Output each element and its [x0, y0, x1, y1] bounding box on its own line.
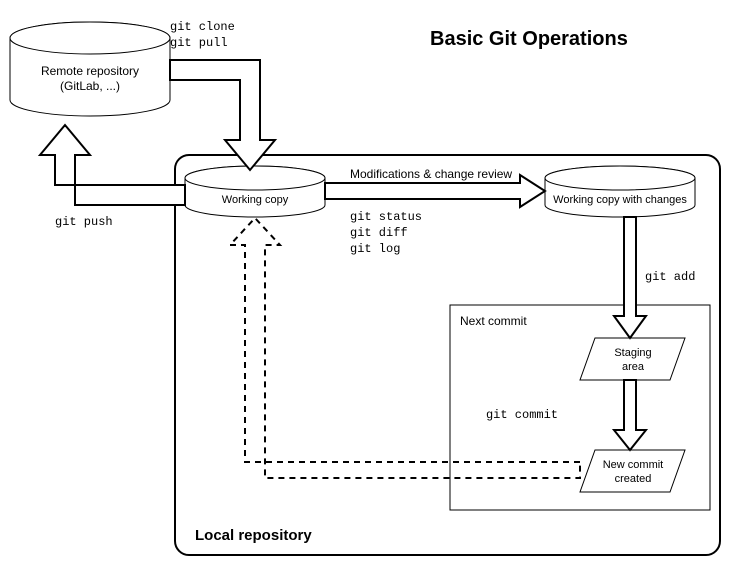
local-repository-label: Local repository — [195, 527, 312, 544]
arrow-staging-to-commit: git commit — [486, 380, 646, 450]
arrow-commit-label: git commit — [486, 408, 558, 422]
working-copy-label: Working copy — [222, 194, 289, 206]
arrow-changes-to-staging: git add — [614, 217, 695, 338]
working-copy-changes-label: Working copy with changes — [553, 194, 687, 206]
staging-area-label-1: Staging — [614, 347, 651, 359]
new-commit-label-2: created — [615, 473, 652, 485]
arrow-working-to-remote: git push — [40, 125, 185, 229]
arrow-working-to-changes: Modifications & change review git status… — [325, 167, 545, 256]
arrow-clone-label-1: git clone — [170, 20, 235, 34]
new-commit-label-1: New commit — [603, 459, 664, 471]
git-operations-diagram: Basic Git Operations Local repository Ne… — [0, 0, 729, 566]
arrow-review-top: Modifications & change review — [350, 167, 512, 181]
remote-repository-label-1: Remote repository — [41, 64, 139, 78]
diagram-title: Basic Git Operations — [430, 28, 628, 50]
arrow-commit-to-working — [230, 218, 580, 478]
staging-area-node: Staging area — [580, 338, 685, 380]
next-commit-label: Next commit — [460, 314, 527, 328]
working-copy-changes-node: Working copy with changes — [545, 166, 695, 217]
arrow-review-cmd3: git log — [350, 242, 400, 256]
remote-repository-label-2: (GitLab, ...) — [60, 79, 120, 93]
arrow-clone-label-2: git pull — [170, 36, 228, 50]
arrow-review-cmd2: git diff — [350, 226, 408, 240]
arrow-remote-to-working: git clone git pull — [170, 20, 275, 170]
arrow-review-cmd1: git status — [350, 210, 422, 224]
remote-repository-node: Remote repository (GitLab, ...) — [10, 22, 170, 116]
arrow-push-label: git push — [55, 215, 113, 229]
new-commit-node: New commit created — [580, 450, 685, 492]
staging-area-label-2: area — [622, 361, 645, 373]
working-copy-node: Working copy — [185, 166, 325, 217]
arrow-add-label: git add — [645, 270, 695, 284]
